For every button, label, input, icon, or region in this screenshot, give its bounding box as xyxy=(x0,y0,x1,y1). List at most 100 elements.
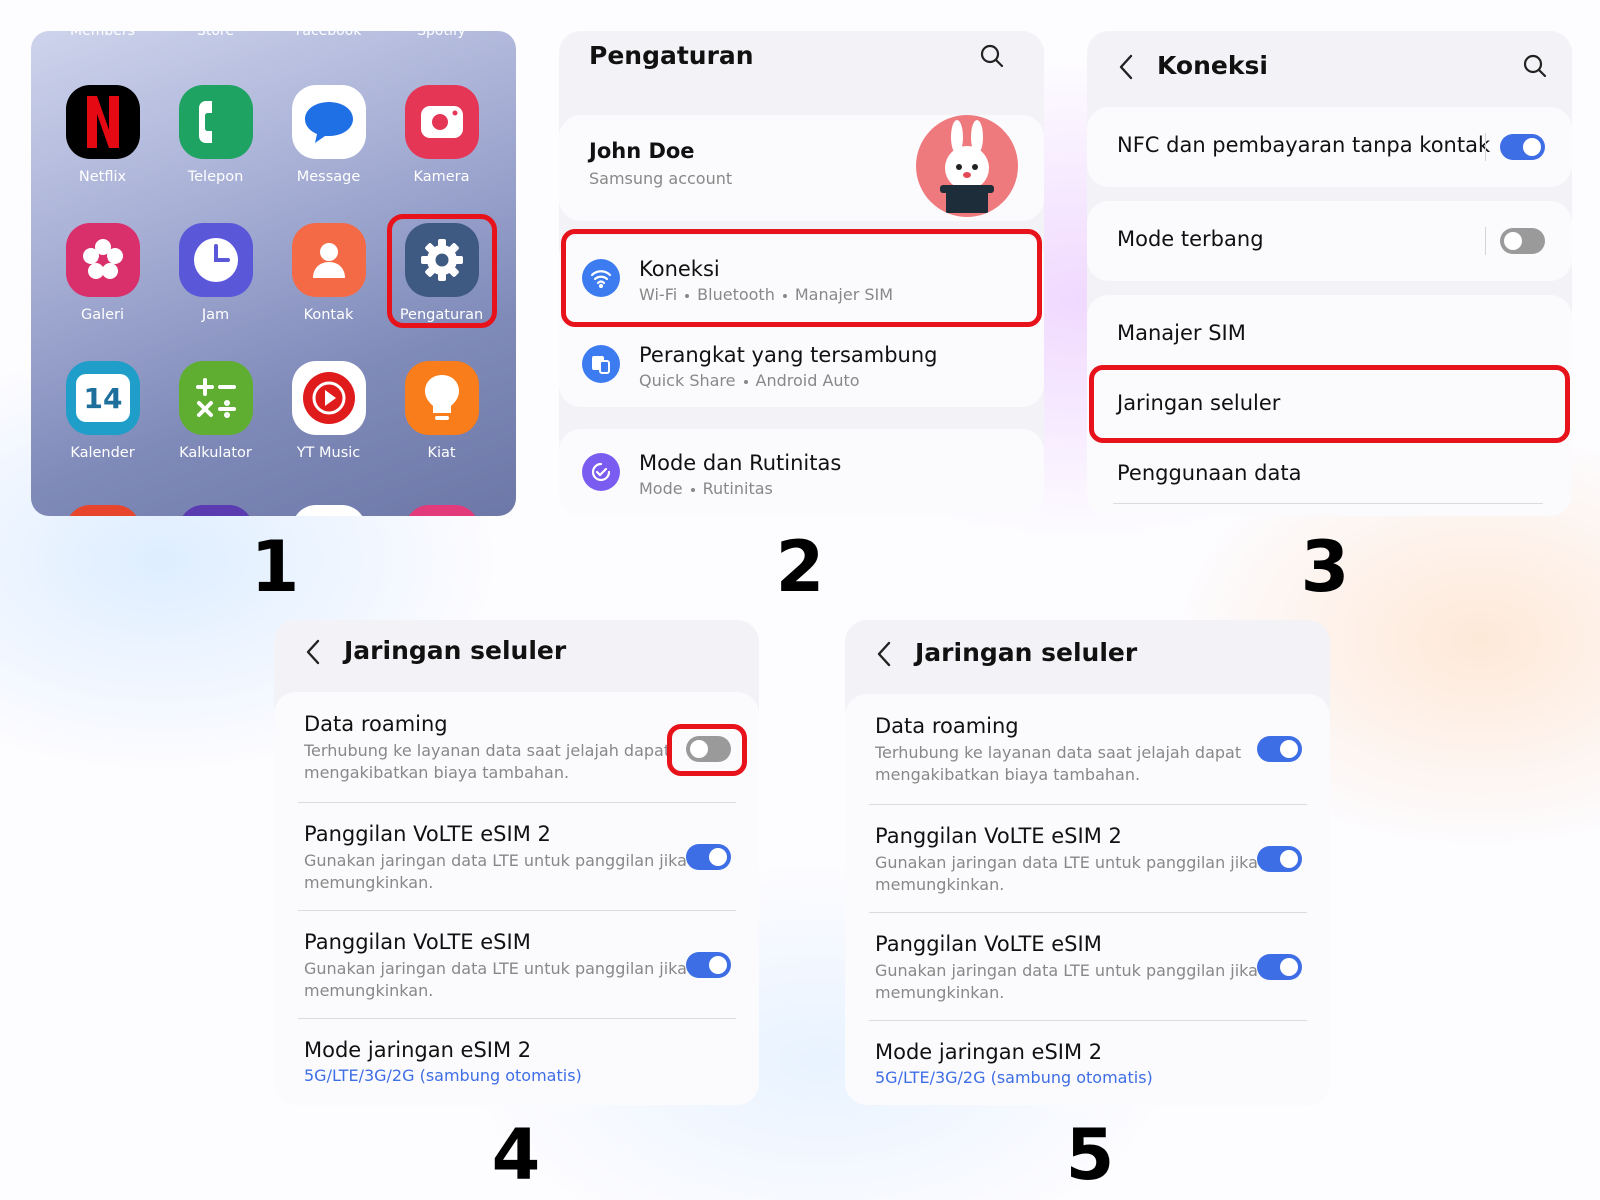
partial-app-icon xyxy=(66,505,140,516)
app-kontak[interactable]: Kontak xyxy=(272,203,385,341)
penggunaan-data-item[interactable]: Penggunaan data xyxy=(1117,461,1301,485)
volte-esim-title: Panggilan VoLTE eSIM xyxy=(875,932,1102,956)
item-title: Koneksi xyxy=(639,257,720,281)
network-mode-title[interactable]: Mode jaringan eSIM 2 xyxy=(875,1040,1102,1064)
app-message[interactable]: Message xyxy=(272,65,385,203)
settings-card: Data roaming Terhubung ke layanan data s… xyxy=(274,692,759,1105)
settings-item-perangkat[interactable]: Perangkat yang tersambung Quick Share And… xyxy=(559,321,1044,407)
app-jam[interactable]: Jam xyxy=(159,203,272,341)
volte-esim2-toggle[interactable] xyxy=(1257,846,1302,872)
app-label: Kamera xyxy=(413,169,470,185)
app-drawer-top-row: Members Store Facebook Spotify xyxy=(31,31,516,45)
gallery-icon xyxy=(66,223,140,297)
app-label: YT Music xyxy=(296,445,361,461)
divider xyxy=(869,912,1307,913)
settings-card: Koneksi Wi-Fi Bluetooth Manajer SIM Perang… xyxy=(559,235,1044,407)
manajer-sim-item[interactable]: Manajer SIM xyxy=(1117,321,1246,345)
settings-item-mode-rutinitas[interactable]: Mode dan Rutinitas Mode Rutinitas xyxy=(559,429,1044,516)
app-pengaturan[interactable]: Pengaturan xyxy=(385,203,498,341)
divider xyxy=(298,802,736,803)
settings-card: Data roaming Terhubung ke layanan data s… xyxy=(845,694,1330,1105)
home-screen-panel: Members Store Facebook Spotify Netflix T… xyxy=(31,31,516,516)
account-name: John Doe xyxy=(589,139,695,163)
nfc-toggle[interactable] xyxy=(1500,134,1545,160)
volte-esim-toggle[interactable] xyxy=(1257,954,1302,980)
volte-esim-desc: Gunakan jaringan data LTE untuk panggila… xyxy=(875,961,1258,1002)
data-roaming-title: Data roaming xyxy=(304,712,448,736)
wifi-icon xyxy=(582,259,620,297)
search-icon[interactable] xyxy=(1522,53,1548,83)
app-label-members[interactable]: Members xyxy=(46,31,159,39)
app-galeri[interactable]: Galeri xyxy=(46,203,159,341)
gear-icon xyxy=(405,223,479,297)
app-label: Netflix xyxy=(78,169,127,185)
search-icon[interactable] xyxy=(979,43,1005,73)
step-number: 5 xyxy=(1065,1114,1115,1196)
koneksi-panel: Koneksi NFC dan pembayaran tanpa kontak … xyxy=(1087,31,1572,516)
app-kamera[interactable]: Kamera xyxy=(385,65,498,203)
divider xyxy=(869,804,1307,805)
settings-item-koneksi[interactable]: Koneksi Wi-Fi Bluetooth Manajer SIM xyxy=(559,235,1044,321)
volte-esim2-desc: Gunakan jaringan data LTE untuk panggila… xyxy=(304,851,687,892)
jaringan-seluler-panel-before: Jaringan seluler Data roaming Terhubung … xyxy=(274,620,759,1105)
item-title: NFC dan pembayaran tanpa kontak xyxy=(1117,133,1491,157)
contacts-icon xyxy=(292,223,366,297)
app-kiat[interactable]: Kiat xyxy=(385,341,498,479)
partial-app-icon xyxy=(405,505,479,516)
app-label: Pengaturan xyxy=(399,307,484,323)
volte-esim-desc: Gunakan jaringan data LTE untuk panggila… xyxy=(304,959,687,1000)
volte-esim2-title: Panggilan VoLTE eSIM 2 xyxy=(875,824,1122,848)
jaringan-seluler-item[interactable]: Jaringan seluler xyxy=(1117,391,1280,415)
app-label: Telepon xyxy=(187,169,244,185)
app-label-spotify[interactable]: Spotify xyxy=(385,31,498,39)
nfc-item[interactable]: NFC dan pembayaran tanpa kontak xyxy=(1087,107,1572,187)
page-title: Koneksi xyxy=(1157,51,1268,80)
account-card[interactable]: John Doe Samsung account xyxy=(559,115,1044,221)
item-subtitle: Quick Share Android Auto xyxy=(639,371,860,390)
tips-icon xyxy=(405,361,479,435)
volte-esim-title: Panggilan VoLTE eSIM xyxy=(304,930,531,954)
app-label: Kalkulator xyxy=(179,445,252,461)
mode-terbang-toggle[interactable] xyxy=(1500,228,1545,254)
message-icon xyxy=(292,85,366,159)
app-label: Galeri xyxy=(80,307,125,323)
app-netflix[interactable]: Netflix xyxy=(46,65,159,203)
divider xyxy=(1113,503,1543,504)
volte-esim2-toggle[interactable] xyxy=(686,844,731,870)
step-number: 2 xyxy=(775,526,825,608)
mode-terbang-item[interactable]: Mode terbang xyxy=(1087,201,1572,281)
app-label: Kiat xyxy=(427,445,456,461)
clock-icon xyxy=(179,223,253,297)
divider xyxy=(298,910,736,911)
data-roaming-title: Data roaming xyxy=(875,714,1019,738)
yt-music-icon xyxy=(292,361,366,435)
app-kalkulator[interactable]: Kalkulator xyxy=(159,341,272,479)
jaringan-seluler-panel-after: Jaringan seluler Data roaming Terhubung … xyxy=(845,620,1330,1105)
network-mode-value: 5G/LTE/3G/2G (sambung otomatis) xyxy=(875,1068,1153,1087)
data-roaming-toggle[interactable] xyxy=(1257,736,1302,762)
sim-card-group: Manajer SIM Jaringan seluler Penggunaan … xyxy=(1087,295,1572,516)
calendar-icon: 14 xyxy=(66,361,140,435)
divider xyxy=(869,1020,1307,1021)
volte-esim-toggle[interactable] xyxy=(686,952,731,978)
app-yt-music[interactable]: YT Music xyxy=(272,341,385,479)
page-title: Pengaturan xyxy=(589,41,754,70)
app-kalender[interactable]: 14 Kalender xyxy=(46,341,159,479)
volte-esim2-desc: Gunakan jaringan data LTE untuk panggila… xyxy=(875,853,1258,894)
app-label-facebook[interactable]: Facebook xyxy=(272,31,385,39)
app-label: Kontak xyxy=(303,307,354,323)
item-title: Perangkat yang tersambung xyxy=(639,343,938,367)
back-icon[interactable] xyxy=(1117,53,1135,85)
app-telepon[interactable]: Telepon xyxy=(159,65,272,203)
back-icon[interactable] xyxy=(304,638,322,670)
netflix-icon xyxy=(66,85,140,159)
settings-panel: Pengaturan John Doe Samsung account Kone… xyxy=(559,31,1044,516)
network-mode-title[interactable]: Mode jaringan eSIM 2 xyxy=(304,1038,531,1062)
step-number: 3 xyxy=(1300,526,1350,608)
app-label: Jam xyxy=(201,307,230,323)
app-label-store[interactable]: Store xyxy=(159,31,272,39)
data-roaming-desc: Terhubung ke layanan data saat jelajah d… xyxy=(875,743,1242,784)
devices-icon xyxy=(582,345,620,383)
data-roaming-toggle[interactable] xyxy=(686,736,731,762)
back-icon[interactable] xyxy=(875,640,893,672)
